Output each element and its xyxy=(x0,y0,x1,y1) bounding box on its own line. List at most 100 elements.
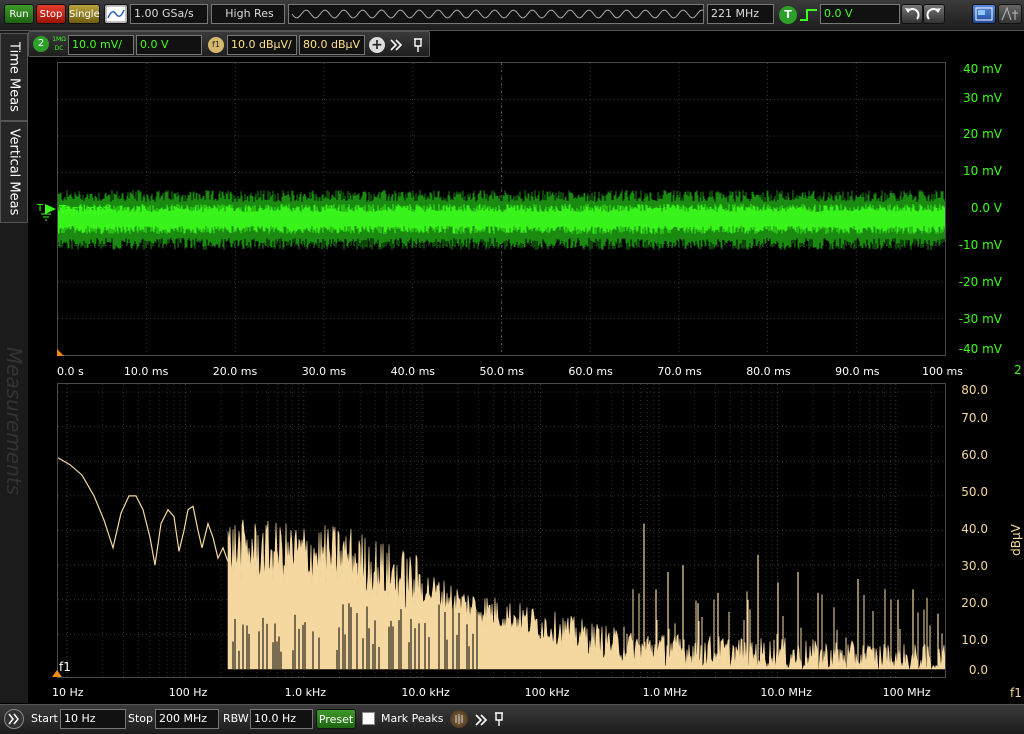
freq-x-tick-label: 10.0 MHz xyxy=(760,686,812,699)
preset-button[interactable]: Preset xyxy=(316,709,356,729)
freq-y-tick-label: 60.0 xyxy=(961,448,988,462)
tab-vertical-meas[interactable]: Vertical Meas xyxy=(0,121,28,223)
collapse-button[interactable] xyxy=(4,709,24,729)
dial-icon xyxy=(455,714,463,724)
top-toolbar: Run Stop Single 1.00 GSa/s High Res 221 … xyxy=(0,0,1024,31)
time-y-tick-label: 10 mV xyxy=(963,164,1002,178)
rbw-field[interactable]: 10.0 Hz xyxy=(250,709,313,729)
undo-icon xyxy=(905,8,920,20)
acq-mode-field[interactable]: High Res xyxy=(211,4,285,24)
time-x-tick-label: 60.0 ms xyxy=(568,365,613,378)
time-x-tick-label: 10.0 ms xyxy=(123,365,169,378)
add-channel-button[interactable]: + xyxy=(369,37,385,53)
side-panel: Time Meas Vertical Meas Measurements xyxy=(0,31,28,703)
freq-y-tick-label: 80.0 xyxy=(961,383,988,397)
freq-x-tick-label: 100 Hz xyxy=(168,686,208,699)
time-y-tick-label: -40 mV xyxy=(958,342,1002,356)
time-domain-graph xyxy=(58,63,945,355)
measure-mode-button[interactable] xyxy=(998,4,1022,24)
undo-button[interactable] xyxy=(901,4,923,24)
time-x-tick-label: 30.0 ms xyxy=(301,365,347,378)
coupling-label: DC xyxy=(54,45,64,52)
time-x-tick-label: 90.0 ms xyxy=(835,365,880,378)
single-button[interactable]: Single xyxy=(68,4,100,24)
start-frequency-field[interactable]: 10 Hz xyxy=(60,709,126,729)
expand-chevron-icon[interactable] xyxy=(389,38,403,52)
freq-y-tick-label: 0.0 xyxy=(968,663,988,677)
vertical-scale-field[interactable]: 10.0 mV/ xyxy=(68,35,134,55)
freq-y-tick-label: 10.0 xyxy=(961,633,988,647)
timebase-overview[interactable] xyxy=(288,4,704,24)
trigger-edge-icon[interactable] xyxy=(799,7,819,23)
time-x-tick-label: 0.0 s xyxy=(57,365,84,378)
tab-vertical-meas-label: Vertical Meas xyxy=(6,128,22,216)
freq-y-tick-label: 50.0 xyxy=(961,485,988,499)
time-domain-plot[interactable]: Tastkopf xyxy=(57,62,946,356)
freq-y-tick-label: 20.0 xyxy=(961,596,988,610)
autoscale-button[interactable] xyxy=(104,4,128,24)
measurements-panel-label: Measurements xyxy=(2,346,26,496)
display-icon xyxy=(975,7,993,21)
autoscale-icon xyxy=(105,5,127,23)
freq-y-tick-label: 30.0 xyxy=(961,559,988,573)
freq-x-tick-label: 1.0 kHz xyxy=(284,686,326,699)
freq-x-tick-label: 100 MHz xyxy=(882,686,931,699)
plus-icon: + xyxy=(371,37,383,53)
start-label: Start xyxy=(31,712,58,725)
peaks-settings-button[interactable] xyxy=(450,710,468,728)
fft-reference-field[interactable]: 80.0 dBµV xyxy=(299,35,365,55)
run-button[interactable]: Run xyxy=(4,4,34,24)
display-mode-button[interactable] xyxy=(972,4,996,24)
freq-x-tick-label: 10.0 kHz xyxy=(401,686,450,699)
vertical-offset-field[interactable]: 0.0 V xyxy=(136,35,202,55)
impedance-label: 1MΩ xyxy=(52,36,66,43)
freq-x-tick-label: 100 kHz xyxy=(524,686,570,699)
stop-frequency-field[interactable]: 200 MHz xyxy=(155,709,219,729)
freq-y-tick-label: 40.0 xyxy=(961,522,988,536)
expand-chevron-icon[interactable] xyxy=(474,713,488,727)
freq-right-marker: f1 xyxy=(1010,686,1022,700)
time-x-tick-label: 40.0 ms xyxy=(390,365,436,378)
coupling-indicator[interactable]: 1MΩ DC xyxy=(51,35,67,53)
redo-button[interactable] xyxy=(923,4,945,24)
time-y-tick-label: -30 mV xyxy=(958,312,1002,326)
channel-number-badge[interactable]: 2 xyxy=(33,36,49,52)
freq-x-tick-label: 10 Hz xyxy=(52,686,84,699)
time-y-tick-label: 20 mV xyxy=(963,127,1002,141)
time-x-tick-label: 80.0 ms xyxy=(746,365,791,378)
ground-icon xyxy=(41,213,51,221)
trigger-badge[interactable]: T xyxy=(779,6,797,24)
mark-peaks-label: Mark Peaks xyxy=(381,712,444,725)
time-x-tick-label: 100 ms xyxy=(922,365,963,378)
fft-scale-field[interactable]: 10.0 dBµV/ xyxy=(227,35,297,55)
waveform-label[interactable]: Tastkopf xyxy=(59,203,108,217)
waveform-overview-icon xyxy=(291,9,703,19)
redo-icon xyxy=(926,8,941,20)
pin-icon[interactable] xyxy=(411,37,425,53)
time-x-tick-label: 20.0 ms xyxy=(212,365,258,378)
spectrum-graph xyxy=(58,384,945,677)
fft-badge[interactable]: f1 xyxy=(208,37,224,53)
bandwidth-field[interactable]: 221 MHz xyxy=(707,4,774,24)
freq-origin-marker-icon xyxy=(52,670,62,677)
frequency-domain-plot[interactable]: f1 xyxy=(57,383,946,678)
tab-time-meas[interactable]: Time Meas xyxy=(0,33,28,121)
channel-scale-marker: 2 xyxy=(1014,363,1022,377)
stop-label: Stop xyxy=(128,712,154,725)
freq-y-tick-label: 70.0 xyxy=(961,411,988,425)
time-y-tick-label: -10 mV xyxy=(958,238,1002,252)
time-y-tick-label: 0.0 V xyxy=(970,201,1002,215)
time-x-tick-label: 50.0 ms xyxy=(479,365,524,378)
mark-peaks-checkbox[interactable] xyxy=(362,712,375,725)
measure-icon xyxy=(1001,6,1018,21)
channel-settings-bar: 2 1MΩ DC 10.0 mV/ 0.0 V f1 10.0 dBµV/ 80… xyxy=(28,31,430,57)
rbw-label: RBW xyxy=(223,712,249,725)
time-y-tick-label: -20 mV xyxy=(958,275,1002,289)
freq-x-tick-label: 1.0 MHz xyxy=(642,686,688,699)
tab-time-meas-label: Time Meas xyxy=(6,42,22,112)
stop-button[interactable]: Stop xyxy=(36,4,66,24)
trigger-level-field[interactable]: 0.0 V xyxy=(820,4,900,24)
pin-icon[interactable] xyxy=(492,711,506,727)
fft-settings-bar: Start 10 Hz Stop 200 MHz RBW 10.0 Hz Pre… xyxy=(0,704,1024,734)
sample-rate-field[interactable]: 1.00 GSa/s xyxy=(130,4,208,24)
